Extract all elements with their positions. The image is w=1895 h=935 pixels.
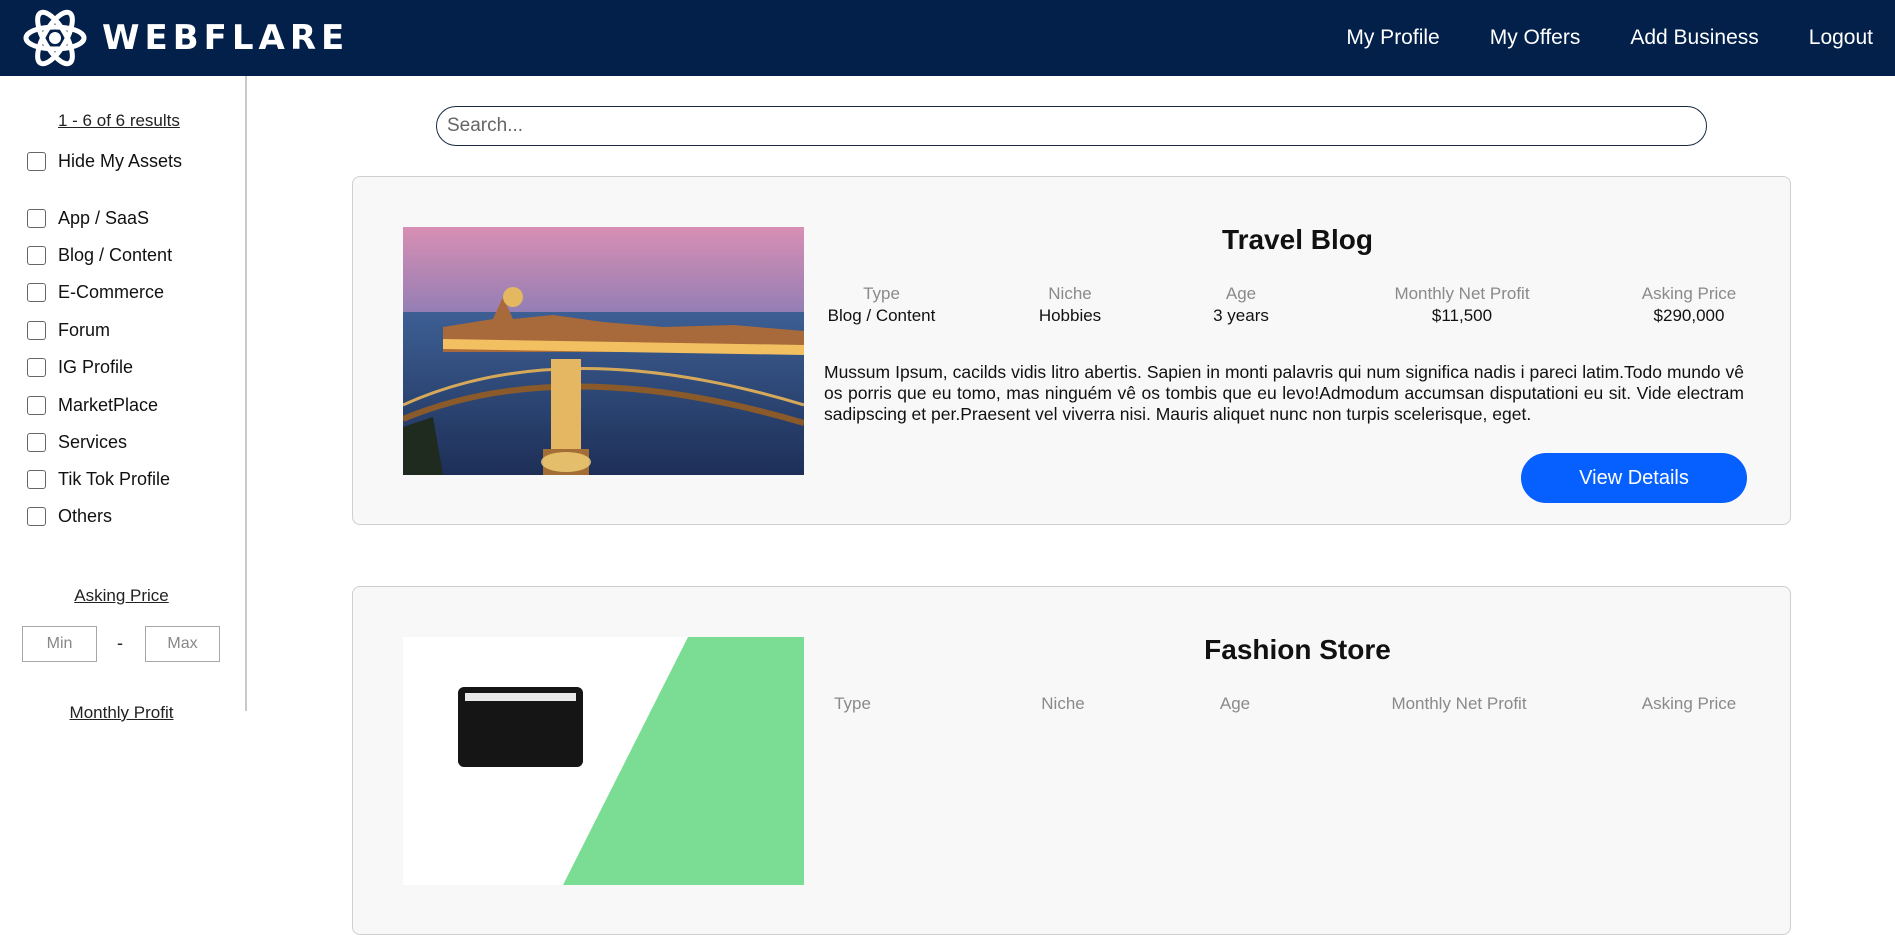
stat-monthly-net-profit: Monthly Net Profit $11,500 [1377,284,1547,326]
asking-price-max-input[interactable]: Max [145,626,220,662]
checkbox[interactable] [27,283,46,302]
top-navbar: WEBFLARE My Profile My Offers Add Busine… [0,0,1895,76]
stat-label: Monthly Net Profit [1391,694,1527,713]
search-input[interactable]: Search... [436,106,1707,146]
results-count[interactable]: 1 - 6 of 6 results [58,111,180,131]
stat-label: Age [1219,694,1251,713]
nav-logout[interactable]: Logout [1809,26,1873,50]
checkbox[interactable] [27,396,46,415]
listing-image[interactable] [403,227,804,475]
asking-price-min-input[interactable]: Min [22,626,97,662]
checkbox-label: Forum [58,320,111,340]
filter-category-marketplace[interactable]: MarketPlace [27,395,158,416]
stat-label: Type [834,694,871,713]
stat-age: Age [1180,694,1290,714]
stat-asking-price: Asking Price $290,000 [1629,284,1749,326]
checkbox-label: MarketPlace [58,395,159,415]
main-nav: My Profile My Offers Add Business Logout [1296,0,1873,76]
stat-label: Monthly Net Profit [1394,284,1530,303]
filter-category-e-commerce[interactable]: E-Commerce [27,282,164,303]
checkbox-label: IG Profile [58,357,134,377]
monthly-profit-title: Monthly Profit [69,703,174,722]
listing-title: Fashion Store [1204,634,1391,665]
listing-image[interactable] [403,637,804,885]
nav-add-business[interactable]: Add Business [1630,26,1758,50]
filter-category-blog-content[interactable]: Blog / Content [27,245,172,266]
stat-label: Age [1225,284,1257,303]
brand-logo[interactable]: WEBFLARE [22,5,349,71]
brand-name: WEBFLARE [102,18,350,58]
stat-label: Niche [1048,284,1092,303]
stat-age: Age 3 years [1186,284,1296,326]
atom-logo-icon [23,9,87,67]
checkbox-label: Hide My Assets [58,151,183,171]
stat-value: $290,000 [1653,306,1725,325]
filter-category-others[interactable]: Others [27,506,112,527]
stat-value: Blog / Content [827,306,936,325]
checkbox[interactable] [27,152,46,171]
stat-asking-price: Asking Price [1629,694,1749,714]
stat-label: Niche [1041,694,1085,713]
stat-type: Type [795,694,910,714]
checkbox[interactable] [27,358,46,377]
checkbox-label: Services [58,432,128,452]
checkbox[interactable] [27,209,46,228]
stat-label: Type [863,284,900,303]
stat-value: 3 years [1213,306,1269,325]
checkbox[interactable] [27,246,46,265]
checkbox-label: Blog / Content [58,245,173,265]
filter-category-ig-profile[interactable]: IG Profile [27,357,133,378]
stat-niche: Niche [1008,694,1118,714]
checkbox-label: App / SaaS [58,208,150,228]
view-details-button[interactable]: View Details [1521,453,1747,503]
checkbox-label: E-Commerce [58,282,165,302]
listing-description: Mussum Ipsum, cacilds vidis litro aberti… [824,362,1744,424]
filter-category-services[interactable]: Services [27,432,127,453]
listing-card: Fashion Store Type Niche Age Monthly Net… [352,586,1791,935]
range-separator: - [117,633,123,653]
laptop-photo-icon [403,637,804,885]
checkbox-label: Tik Tok Profile [58,469,171,489]
checkbox[interactable] [27,470,46,489]
stat-type: Type Blog / Content [824,284,939,326]
stat-monthly-net-profit: Monthly Net Profit [1374,694,1544,714]
filter-hide-my-assets[interactable]: Hide My Assets [27,151,182,172]
nav-my-offers[interactable]: My Offers [1490,26,1581,50]
listing-title: Travel Blog [1222,224,1373,255]
filter-category-forum[interactable]: Forum [27,320,110,341]
asking-price-title: Asking Price [74,586,169,605]
listing-card: Travel Blog Type Blog / Content Niche Ho… [352,176,1791,525]
nav-my-profile[interactable]: My Profile [1346,26,1439,50]
stat-niche: Niche Hobbies [1015,284,1125,326]
checkbox-label: Others [58,506,113,526]
stat-label: Asking Price [1641,284,1737,303]
stat-value: $11,500 [1431,306,1493,325]
filter-category-tik-tok-profile[interactable]: Tik Tok Profile [27,469,170,490]
city-river-photo-icon [403,227,804,475]
checkbox[interactable] [27,321,46,340]
filter-category-app-saas[interactable]: App / SaaS [27,208,149,229]
stat-label: Asking Price [1641,694,1737,713]
checkbox[interactable] [27,507,46,526]
filter-sidebar: 1 - 6 of 6 results Hide My Assets App / … [0,76,247,722]
stat-value: Hobbies [1038,306,1102,325]
checkbox[interactable] [27,433,46,452]
